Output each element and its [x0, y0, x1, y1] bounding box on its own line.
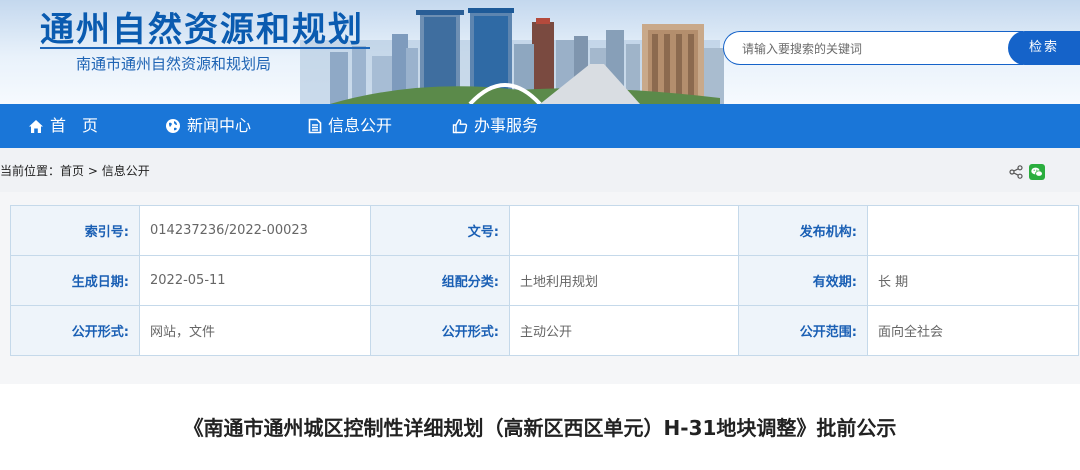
section-divider [0, 368, 1080, 384]
document-number-value [509, 205, 739, 256]
breadcrumb-info-link[interactable]: 信息公开 [102, 164, 150, 178]
table-row: 索引号: 014237236/2022-00023 文号: 发布机构: [10, 205, 1079, 256]
globe-icon [166, 119, 180, 133]
category-label: 组配分类: [370, 255, 510, 306]
index-number-label: 索引号: [10, 205, 140, 256]
breadcrumb: 当前位置：首页 > 信息公开 [0, 162, 150, 179]
search-box [723, 31, 1023, 65]
publisher-value [867, 205, 1079, 256]
index-number-value: 014237236/2022-00023 [139, 205, 371, 256]
breadcrumb-home-link[interactable]: 首页 [60, 164, 84, 178]
nav-item-label: 首 页 [50, 116, 99, 135]
search-button[interactable]: 检索 [1008, 31, 1080, 65]
main-nav: 首 页 新闻中心 信息公开 办事服务 [0, 104, 1080, 148]
breadcrumb-separator: > [84, 164, 102, 178]
disclosure-form-label: 公开形式: [10, 305, 140, 356]
thumbs-up-icon [452, 119, 468, 134]
created-date-label: 生成日期: [10, 255, 140, 306]
category-value: 土地利用规划 [509, 255, 739, 306]
nav-item-news[interactable]: 新闻中心 [165, 104, 251, 148]
article-title: 《南通市通州城区控制性详细规划（高新区西区单元）H-31地块调整》批前公示 [183, 416, 897, 440]
header-banner: 通州自然资源和规划 南通市通州自然资源和规划局 检索 [0, 0, 1080, 104]
info-panel: 索引号: 014237236/2022-00023 文号: 发布机构: 生成日期… [0, 192, 1080, 368]
nav-item-info[interactable]: 信息公开 [308, 104, 392, 148]
disclosure-scope-value: 面向全社会 [867, 305, 1079, 356]
validity-value: 长 期 [867, 255, 1079, 306]
site-subtitle: 南通市通州自然资源和规划局 [76, 55, 272, 73]
nav-item-services[interactable]: 办事服务 [452, 104, 538, 148]
disclosure-mode-value: 主动公开 [509, 305, 739, 356]
disclosure-scope-label: 公开范围: [738, 305, 868, 356]
disclosure-form-value: 网站，文件 [139, 305, 371, 356]
document-icon [308, 118, 322, 134]
created-date-value: 2022-05-11 [139, 255, 371, 306]
nav-item-home[interactable]: 首 页 [28, 104, 98, 148]
info-table: 索引号: 014237236/2022-00023 文号: 发布机构: 生成日期… [10, 205, 1079, 356]
search-input[interactable] [742, 40, 1012, 58]
document-number-label: 文号: [370, 205, 510, 256]
validity-label: 有效期: [738, 255, 868, 306]
table-row: 公开形式: 网站，文件 公开形式: 主动公开 公开范围: 面向全社会 [10, 305, 1079, 356]
breadcrumb-prefix: 当前位置： [0, 164, 61, 178]
wechat-icon[interactable] [1029, 164, 1045, 180]
nav-item-label: 办事服务 [474, 116, 539, 135]
nav-item-label: 新闻中心 [187, 116, 252, 135]
disclosure-mode-label: 公开形式: [370, 305, 510, 356]
home-icon [29, 120, 43, 133]
breadcrumb-bar: 当前位置：首页 > 信息公开 [0, 148, 1080, 192]
nav-item-label: 信息公开 [328, 116, 393, 135]
share-icon[interactable] [1009, 165, 1023, 179]
title-underline [40, 47, 370, 49]
site-title: 通州自然资源和规划 [40, 10, 364, 50]
publisher-label: 发布机构: [738, 205, 868, 256]
article-header: 《南通市通州城区控制性详细规划（高新区西区单元）H-31地块调整》批前公示 [0, 368, 1080, 470]
table-row: 生成日期: 2022-05-11 组配分类: 土地利用规划 有效期: 长 期 [10, 255, 1079, 306]
